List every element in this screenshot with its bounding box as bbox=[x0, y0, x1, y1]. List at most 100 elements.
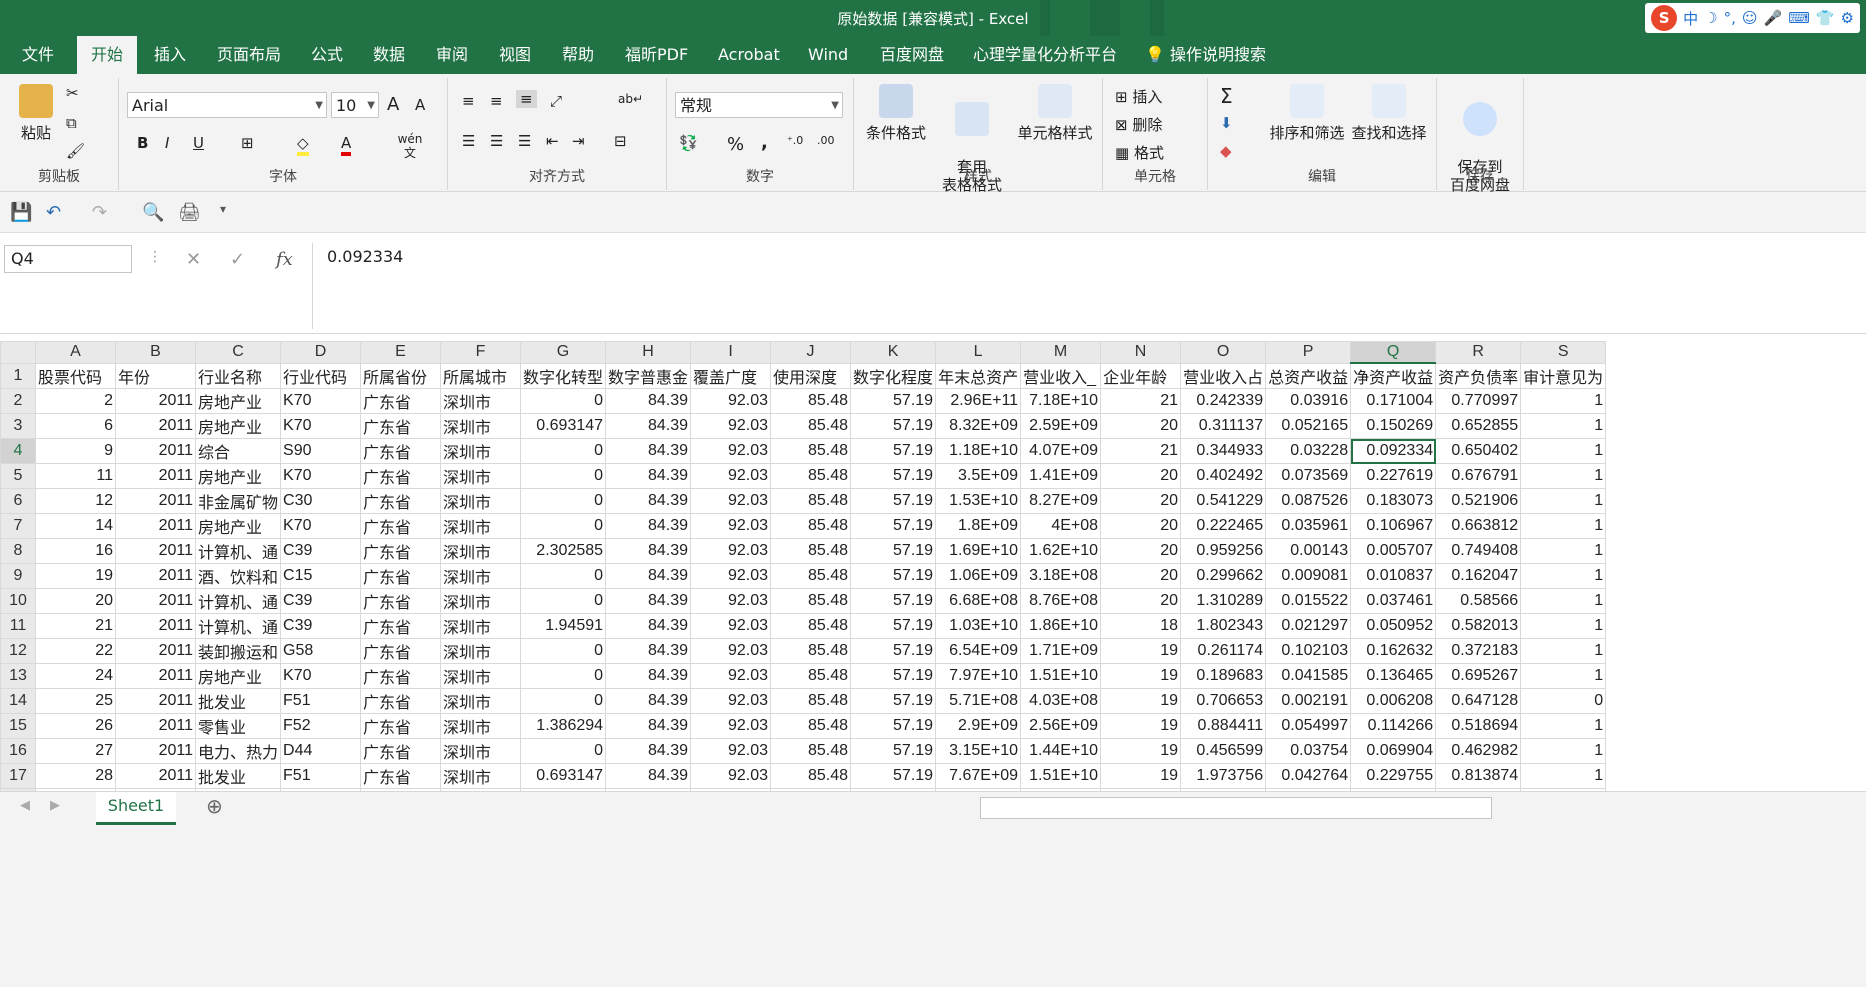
cell-s15[interactable]: 1 bbox=[1520, 713, 1607, 739]
cell-g13[interactable]: 0 bbox=[520, 663, 607, 689]
cell-d3[interactable]: K70 bbox=[280, 413, 362, 439]
row-header[interactable]: 6 bbox=[0, 488, 36, 514]
column-header-g[interactable]: G bbox=[520, 341, 607, 364]
bold-button[interactable]: B bbox=[137, 134, 148, 152]
cell-g16[interactable]: 0 bbox=[520, 738, 607, 764]
cell-n6[interactable]: 20 bbox=[1100, 488, 1182, 514]
cell-e14[interactable]: 广东省 bbox=[360, 688, 442, 714]
cell-m13[interactable]: 1.51E+10 bbox=[1020, 663, 1102, 689]
conditional-format-button[interactable]: 条件格式 bbox=[860, 84, 932, 143]
cell-s13[interactable]: 1 bbox=[1520, 663, 1607, 689]
cell-k3[interactable]: 57.19 bbox=[850, 413, 937, 439]
cell-j9[interactable]: 85.48 bbox=[770, 563, 852, 589]
cell-a12[interactable]: 22 bbox=[35, 638, 116, 664]
cell-r15[interactable]: 0.518694 bbox=[1435, 713, 1522, 739]
cell-r1[interactable]: 资产负债率 bbox=[1435, 362, 1522, 389]
cell-m4[interactable]: 4.07E+09 bbox=[1020, 438, 1102, 464]
cell-p9[interactable]: 0.009081 bbox=[1265, 563, 1352, 589]
cell-f17[interactable]: 深圳市 bbox=[440, 763, 522, 789]
cell-h5[interactable]: 84.39 bbox=[605, 463, 692, 489]
tab-page-layout[interactable]: 页面布局 bbox=[217, 36, 281, 74]
cell-n11[interactable]: 18 bbox=[1100, 613, 1182, 639]
row-header[interactable]: 11 bbox=[0, 613, 36, 639]
column-header-s[interactable]: S bbox=[1520, 341, 1607, 364]
accounting-format-icon[interactable]: 💱 bbox=[679, 134, 698, 152]
tab-insert[interactable]: 插入 bbox=[154, 36, 186, 74]
cell-p6[interactable]: 0.087526 bbox=[1265, 488, 1352, 514]
cell-d1[interactable]: 行业代码 bbox=[280, 362, 362, 389]
redo-icon[interactable]: ↷ bbox=[92, 202, 107, 223]
tell-me-search[interactable]: 💡 操作说明搜索 bbox=[1145, 36, 1266, 74]
column-header-a[interactable]: A bbox=[35, 341, 116, 364]
column-header-e[interactable]: E bbox=[360, 341, 442, 364]
cell-r7[interactable]: 0.663812 bbox=[1435, 513, 1522, 539]
cell-r12[interactable]: 0.372183 bbox=[1435, 638, 1522, 664]
cell-j8[interactable]: 85.48 bbox=[770, 538, 852, 564]
column-header-j[interactable]: J bbox=[770, 341, 852, 364]
align-right-icon[interactable]: ☰ bbox=[518, 132, 531, 150]
cell-b9[interactable]: 2011 bbox=[115, 563, 196, 589]
percent-button[interactable]: % bbox=[727, 134, 744, 155]
cell-q3[interactable]: 0.150269 bbox=[1350, 413, 1437, 439]
cell-q6[interactable]: 0.183073 bbox=[1350, 488, 1437, 514]
cell-s17[interactable]: 1 bbox=[1520, 763, 1607, 789]
cell-e3[interactable]: 广东省 bbox=[360, 413, 442, 439]
cell-b5[interactable]: 2011 bbox=[115, 463, 196, 489]
underline-button[interactable]: U bbox=[193, 134, 204, 152]
cell-i13[interactable]: 92.03 bbox=[690, 663, 772, 689]
cell-q2[interactable]: 0.171004 bbox=[1350, 388, 1437, 414]
cell-a8[interactable]: 16 bbox=[35, 538, 116, 564]
cell-r14[interactable]: 0.647128 bbox=[1435, 688, 1522, 714]
punctuation-icon[interactable]: °, bbox=[1724, 9, 1736, 27]
cell-p4[interactable]: 0.03228 bbox=[1265, 438, 1352, 464]
cell-k5[interactable]: 57.19 bbox=[850, 463, 937, 489]
cell-q7[interactable]: 0.106967 bbox=[1350, 513, 1437, 539]
cell-e6[interactable]: 广东省 bbox=[360, 488, 442, 514]
select-all-corner[interactable] bbox=[0, 341, 36, 364]
cell-e12[interactable]: 广东省 bbox=[360, 638, 442, 664]
cell-c15[interactable]: 零售业 bbox=[194, 713, 282, 739]
tab-file[interactable]: 文件 bbox=[22, 36, 54, 74]
fill-icon[interactable]: ⬇ bbox=[1220, 114, 1233, 132]
cell-p14[interactable]: 0.002191 bbox=[1265, 688, 1352, 714]
cell-i12[interactable]: 92.03 bbox=[690, 638, 772, 664]
cell-b1[interactable]: 年份 bbox=[115, 362, 196, 389]
cell-i10[interactable]: 92.03 bbox=[690, 588, 772, 614]
cell-a9[interactable]: 19 bbox=[35, 563, 116, 589]
cell-b10[interactable]: 2011 bbox=[115, 588, 196, 614]
cut-icon[interactable]: ✂ bbox=[66, 84, 79, 102]
row-header[interactable]: 17 bbox=[0, 763, 36, 789]
font-name-select[interactable]: Arial ▼ bbox=[127, 92, 327, 118]
cell-p1[interactable]: 总资产收益 bbox=[1265, 362, 1352, 389]
cell-f8[interactable]: 深圳市 bbox=[440, 538, 522, 564]
decrease-decimal-icon[interactable]: .00 bbox=[817, 134, 835, 147]
row-header[interactable]: 9 bbox=[0, 563, 36, 589]
cell-o9[interactable]: 0.299662 bbox=[1180, 563, 1267, 589]
moon-icon[interactable]: ☽ bbox=[1704, 9, 1717, 27]
copy-icon[interactable]: ⧉ bbox=[66, 114, 77, 132]
cell-g17[interactable]: 0.693147 bbox=[520, 763, 607, 789]
cell-m14[interactable]: 4.03E+08 bbox=[1020, 688, 1102, 714]
cell-j16[interactable]: 85.48 bbox=[770, 738, 852, 764]
insert-function-icon[interactable]: fx bbox=[276, 249, 293, 270]
cell-i11[interactable]: 92.03 bbox=[690, 613, 772, 639]
cell-l15[interactable]: 2.9E+09 bbox=[935, 713, 1022, 739]
cell-p8[interactable]: 0.00143 bbox=[1265, 538, 1352, 564]
cell-a15[interactable]: 26 bbox=[35, 713, 116, 739]
cell-o16[interactable]: 0.456599 bbox=[1180, 738, 1267, 764]
cell-h11[interactable]: 84.39 bbox=[605, 613, 692, 639]
tab-review[interactable]: 审阅 bbox=[436, 36, 468, 74]
cell-b6[interactable]: 2011 bbox=[115, 488, 196, 514]
cell-a14[interactable]: 25 bbox=[35, 688, 116, 714]
row-header[interactable]: 15 bbox=[0, 713, 36, 739]
decrease-indent-icon[interactable]: ⇤ bbox=[546, 132, 559, 150]
cell-k17[interactable]: 57.19 bbox=[850, 763, 937, 789]
cell-o14[interactable]: 0.706653 bbox=[1180, 688, 1267, 714]
cell-e4[interactable]: 广东省 bbox=[360, 438, 442, 464]
cell-d7[interactable]: K70 bbox=[280, 513, 362, 539]
cell-k12[interactable]: 57.19 bbox=[850, 638, 937, 664]
cell-q9[interactable]: 0.010837 bbox=[1350, 563, 1437, 589]
cell-i4[interactable]: 92.03 bbox=[690, 438, 772, 464]
cell-q15[interactable]: 0.114266 bbox=[1350, 713, 1437, 739]
row-header[interactable]: 8 bbox=[0, 538, 36, 564]
